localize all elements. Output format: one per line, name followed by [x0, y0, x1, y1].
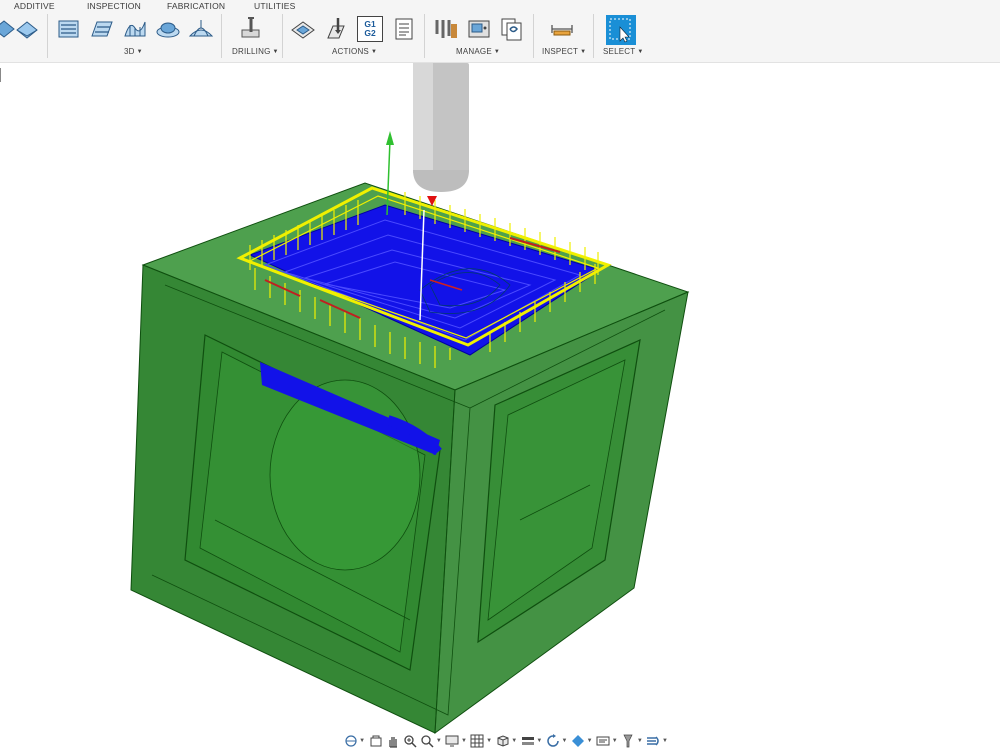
model-view[interactable]	[0, 63, 1000, 750]
chevron-down-icon[interactable]: ▼	[612, 738, 618, 744]
chevron-down-icon[interactable]: ▼	[587, 738, 593, 744]
group-drilling-label: DRILLING	[232, 47, 271, 56]
group-3d-label: 3D	[124, 47, 135, 56]
chevron-down-icon: ▼	[493, 49, 501, 55]
separator	[221, 14, 222, 58]
tool-library-icon[interactable]	[433, 16, 459, 42]
grid-icon[interactable]	[470, 733, 485, 749]
navigation-bar: ▼ ▼ ▼ ▼ ▼ ▼ ▼ ▼ ▼ ▼ ▼	[342, 731, 670, 750]
pan-icon[interactable]	[385, 733, 400, 749]
3d-adaptive-icon[interactable]	[14, 16, 40, 42]
chevron-down-icon: ▼	[136, 49, 143, 55]
tab-utilities[interactable]: UTILITIES	[254, 1, 295, 11]
group-actions[interactable]: ACTIONS ▼	[332, 47, 377, 56]
simulate-icon[interactable]	[290, 16, 316, 42]
3d-steep-shallow-icon[interactable]	[188, 16, 214, 42]
group-drilling[interactable]: DRILLING ▼	[232, 47, 279, 56]
post-process-icon[interactable]	[324, 16, 350, 42]
separator	[282, 14, 283, 58]
environment-icon[interactable]	[545, 733, 560, 749]
look-at-icon[interactable]	[368, 733, 383, 749]
drill-icon[interactable]	[238, 16, 264, 42]
object-visibility-icon[interactable]	[596, 733, 611, 749]
chevron-down-icon: ▼	[272, 49, 279, 55]
g1g2-icon[interactable]: G1 G2	[357, 16, 383, 42]
g1g2-icon-text: G1 G2	[364, 19, 376, 38]
select-icon[interactable]	[606, 15, 636, 45]
effects-icon[interactable]	[570, 733, 585, 749]
toolbar: ADDITIVE INSPECTION FABRICATION UTILITIE…	[0, 0, 1000, 63]
group-3d[interactable]: 3D ▼	[124, 47, 143, 56]
group-manage-label: MANAGE	[456, 47, 492, 56]
display-settings-icon[interactable]	[445, 733, 460, 749]
display-icon[interactable]	[646, 733, 661, 749]
orbit-icon[interactable]	[343, 733, 358, 749]
group-manage[interactable]: MANAGE ▼	[456, 47, 500, 56]
chevron-down-icon: ▼	[370, 49, 378, 55]
tab-bar: ADDITIVE INSPECTION FABRICATION UTILITIE…	[0, 0, 1000, 12]
separator	[47, 14, 48, 58]
chevron-down-icon[interactable]: ▼	[511, 738, 517, 744]
chevron-down-icon[interactable]: ▼	[536, 738, 542, 744]
chevron-down-icon[interactable]: ▼	[461, 738, 467, 744]
visual-style-icon[interactable]	[520, 733, 535, 749]
canvas-viewport[interactable]	[0, 63, 1000, 750]
chevron-down-icon[interactable]: ▼	[486, 738, 492, 744]
separator	[593, 14, 594, 58]
measure-icon[interactable]	[549, 16, 575, 42]
chevron-down-icon[interactable]: ▼	[637, 738, 643, 744]
tab-inspection[interactable]: INSPECTION	[87, 1, 141, 11]
camera-icon[interactable]	[621, 733, 636, 749]
chevron-down-icon: ▼	[580, 49, 587, 55]
chevron-down-icon: ▼	[637, 49, 644, 55]
tab-fabrication[interactable]: FABRICATION	[167, 1, 225, 11]
zoom-icon[interactable]	[402, 733, 417, 749]
chevron-down-icon[interactable]: ▼	[561, 738, 567, 744]
3d-scallop-icon[interactable]	[122, 16, 148, 42]
cutting-tool[interactable]	[413, 63, 469, 206]
group-select[interactable]: SELECT ▼	[603, 47, 643, 56]
separator	[533, 14, 534, 58]
browser-collapse-handle[interactable]	[0, 68, 4, 82]
view-cube-icon[interactable]	[495, 733, 510, 749]
chevron-down-icon[interactable]: ▼	[436, 738, 442, 744]
machine-icon[interactable]	[466, 16, 492, 42]
fit-icon[interactable]	[420, 733, 435, 749]
group-select-label: SELECT	[603, 47, 636, 56]
tab-additive[interactable]: ADDITIVE	[14, 1, 55, 11]
group-actions-label: ACTIONS	[332, 47, 369, 56]
group-inspect[interactable]: INSPECT ▼	[542, 47, 586, 56]
chevron-down-icon[interactable]: ▼	[359, 738, 365, 744]
3d-contour-icon[interactable]	[155, 16, 181, 42]
group-inspect-label: INSPECT	[542, 47, 579, 56]
setup-sheet-icon[interactable]	[391, 16, 417, 42]
3d-parallel-icon[interactable]	[89, 16, 115, 42]
3d-pocket-icon[interactable]	[56, 16, 82, 42]
template-icon[interactable]	[499, 16, 525, 42]
chevron-down-icon[interactable]: ▼	[662, 738, 668, 744]
separator	[424, 14, 425, 58]
